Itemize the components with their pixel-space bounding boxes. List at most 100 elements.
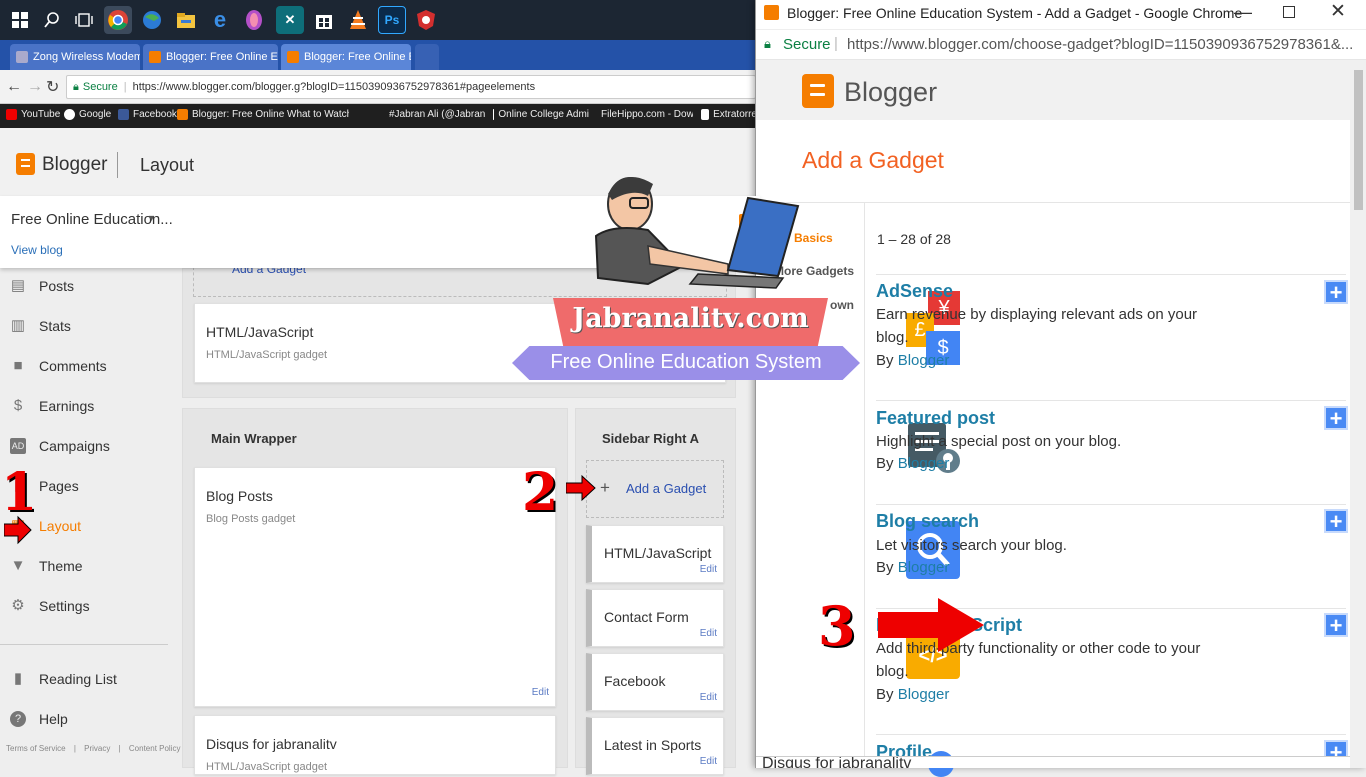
gadget-title: Blog Posts	[206, 488, 273, 504]
bookmark-blogger[interactable]: Blogger: Free Online	[177, 109, 284, 120]
add-gadget-slot-sidebar[interactable]: + Add a Gadget	[586, 460, 724, 518]
back-arrow-icon[interactable]: ←	[6, 78, 22, 96]
photoshop-icon[interactable]: Ps	[378, 6, 406, 34]
edit-link[interactable]: Edit	[700, 692, 717, 703]
edit-link[interactable]: Edit	[700, 756, 717, 767]
task-view-icon[interactable]	[70, 6, 98, 34]
reload-icon[interactable]: ↻	[46, 77, 59, 97]
nav-label: Posts	[39, 278, 75, 294]
gadget-disqus[interactable]: Disqus for jabranalitv HTML/JavaScript g…	[194, 715, 556, 775]
add-gadget-link[interactable]: Add a Gadget	[626, 481, 706, 496]
header-divider	[117, 152, 118, 178]
new-tab-button[interactable]	[415, 44, 439, 70]
gadget-name-featured-post[interactable]: Featured post	[876, 408, 995, 429]
close-window-icon[interactable]: ✕	[1330, 0, 1346, 23]
author-link[interactable]: Blogger	[898, 559, 950, 576]
ie-globe-icon[interactable]	[138, 6, 166, 34]
chrome-icon[interactable]	[104, 6, 132, 34]
blogger-logo-icon[interactable]	[16, 153, 35, 175]
popup-title-bar: Blogger: Free Online Education System - …	[756, 0, 1366, 30]
author-link[interactable]: Blogger	[898, 352, 950, 369]
add-html-javascript-button[interactable]: +	[1324, 613, 1348, 637]
scrollbar-thumb[interactable]	[1354, 70, 1363, 210]
nav-help[interactable]: ? Help	[10, 711, 68, 727]
tab-blogger-1[interactable]: Blogger: Free Online Edu✕	[143, 44, 278, 70]
sidebar-gadget-latest-sports[interactable]: Latest in Sports Edit	[586, 717, 724, 775]
nav-posts[interactable]: ▤ Posts	[10, 277, 75, 295]
add-featured-post-button[interactable]: +	[1324, 406, 1348, 430]
nav-reading-list[interactable]: ▮ Reading List	[10, 671, 117, 688]
maximize-icon[interactable]	[1283, 6, 1295, 18]
content-policy-link[interactable]: Content Policy	[129, 744, 181, 753]
edge-icon[interactable]: e	[206, 6, 234, 34]
dropdown-caret-icon[interactable]: ▼	[147, 213, 156, 223]
bookmark-filehippo[interactable]: FileHippo.com - Dow	[597, 109, 693, 120]
posts-icon: ▤	[10, 277, 26, 294]
bookmark-extratorrent[interactable]: Extratorre	[701, 109, 757, 120]
privacy-link[interactable]: Privacy	[84, 744, 110, 753]
watermark-site-text: Jabranalitv.com	[572, 303, 809, 334]
nav-earnings[interactable]: $ Earnings	[10, 398, 94, 415]
section-title: Main Wrapper	[211, 431, 297, 446]
bookmark-label: Google	[79, 109, 112, 120]
nav-settings[interactable]: ⚙ Settings	[10, 598, 89, 615]
bookmark-what-to-watch[interactable]: What to Watch | Daily	[283, 109, 349, 120]
facebook-icon	[118, 109, 129, 120]
bookmark-facebook[interactable]: Facebook	[118, 109, 177, 120]
search-icon[interactable]	[38, 6, 66, 34]
nav-stats[interactable]: ▥ Stats	[10, 318, 71, 335]
step-3-number: 3	[818, 594, 856, 658]
gadget-desc: Earn revenue by displaying relevant ads …	[876, 306, 1198, 346]
minimize-icon[interactable]: —	[1234, 2, 1252, 23]
edit-link[interactable]: Edit	[532, 687, 549, 698]
author-link[interactable]: Blogger	[898, 455, 950, 472]
bookmark-twitter[interactable]: #Jabran Ali (@Jabran	[385, 109, 485, 120]
gadget-blog-posts[interactable]: Blog Posts Blog Posts gadget Edit	[194, 467, 556, 707]
terms-link[interactable]: Terms of Service	[6, 744, 66, 753]
nav-label: Comments	[39, 358, 107, 374]
security-app-icon[interactable]	[412, 6, 440, 34]
tab-zong[interactable]: Zong Wireless Modem✕	[10, 44, 140, 70]
nav-comments[interactable]: ■ Comments	[10, 357, 107, 375]
add-adsense-button[interactable]: +	[1324, 280, 1348, 304]
url-field[interactable]: 🔒︎ Secure | https://www.blogger.com/blog…	[66, 75, 756, 99]
sidebar-gadget-contact-form[interactable]: Contact Form Edit	[586, 589, 724, 647]
bookmark-label: What to Watch | Daily	[287, 109, 349, 120]
popup-window-title: Blogger: Free Online Education System - …	[787, 5, 1243, 21]
author-link[interactable]: Blogger	[898, 686, 950, 703]
edit-link[interactable]: Edit	[700, 564, 717, 575]
gadget-name-adsense[interactable]: AdSense	[876, 281, 953, 302]
comments-icon: ■	[13, 357, 23, 374]
gadget-author: By Blogger	[876, 455, 949, 472]
blogger-wordmark[interactable]: Blogger	[42, 154, 108, 176]
by-label: By	[876, 559, 894, 576]
nav-campaigns[interactable]: AD Campaigns	[10, 438, 110, 454]
lock-icon: 🔒︎	[73, 80, 79, 93]
video-editor-icon[interactable]: ✕	[276, 6, 304, 34]
file-explorer-icon[interactable]	[172, 6, 200, 34]
bookmark-online-college[interactable]: Online College Admi	[493, 109, 589, 120]
blogger-favicon-icon	[764, 5, 779, 20]
windows-start-icon[interactable]	[6, 6, 34, 34]
add-blog-search-button[interactable]: +	[1324, 509, 1348, 533]
forward-arrow-icon[interactable]: →	[27, 78, 43, 96]
bookmark-label: #Jabran Ali (@Jabran	[389, 109, 485, 120]
vlc-icon[interactable]	[344, 6, 372, 34]
secure-label: Secure	[783, 36, 831, 53]
popup-address-bar[interactable]: 🔒︎ Secure | https://www.blogger.com/choo…	[756, 30, 1366, 60]
sidebar-gadget-facebook[interactable]: Facebook Edit	[586, 653, 724, 711]
nav-label: Pages	[39, 478, 79, 494]
nav-theme[interactable]: ▼ Theme	[10, 558, 83, 575]
view-blog-link[interactable]: View blog	[11, 243, 63, 257]
main-wrapper-section: Main Wrapper Blog Posts Blog Posts gadge…	[182, 408, 568, 775]
nav-label: Campaigns	[39, 438, 110, 454]
tab-blogger-2[interactable]: Blogger: Free Online Edu✕	[281, 44, 411, 70]
sidebar-gadget-html-javascript[interactable]: HTML/JavaScript Edit	[586, 525, 724, 583]
gadget-name-blog-search[interactable]: Blog search	[876, 511, 979, 532]
store-icon[interactable]	[310, 6, 338, 34]
bookmark-google[interactable]: Google	[64, 109, 111, 120]
popup-scrollbar[interactable]	[1350, 60, 1366, 768]
edit-link[interactable]: Edit	[700, 628, 717, 639]
bookmark-youtube[interactable]: YouTube	[6, 109, 60, 120]
media-app-icon[interactable]	[240, 6, 268, 34]
